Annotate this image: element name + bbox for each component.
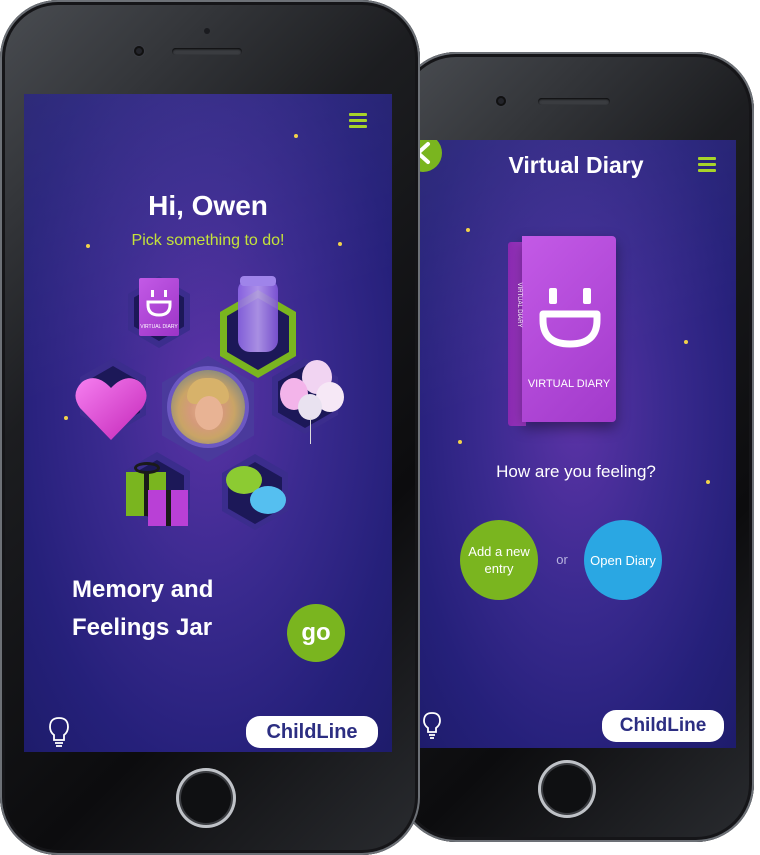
gift-icon xyxy=(122,460,194,532)
sensor xyxy=(204,28,210,34)
smiley-icon xyxy=(539,288,601,348)
chat-bubbles-icon xyxy=(224,462,294,526)
add-entry-button[interactable]: Add a new entry xyxy=(460,520,538,600)
feature-title-line2: Feelings Jar xyxy=(72,614,213,641)
diary-tile-label: VIRTUAL DIARY xyxy=(140,324,178,330)
feeling-question: How are you feeling? xyxy=(496,462,656,481)
avatar[interactable] xyxy=(171,370,245,444)
balloons-icon xyxy=(280,358,350,448)
book-label: VIRTUAL DIARY xyxy=(527,378,611,390)
childline-logo: ChildLine xyxy=(602,710,724,742)
star-decoration xyxy=(466,228,470,232)
earpiece-speaker xyxy=(172,48,242,55)
earpiece-speaker xyxy=(538,98,610,105)
home-button[interactable] xyxy=(176,768,236,828)
front-camera xyxy=(496,96,506,106)
childline-logo: ChildLine xyxy=(246,716,378,748)
page-title: Virtual Diary xyxy=(508,152,644,178)
diary-icon: VIRTUAL DIARY xyxy=(139,278,179,336)
front-camera xyxy=(134,46,144,56)
jar-icon xyxy=(238,280,278,352)
book-spine-label: VIRTUAL DIARY xyxy=(516,282,522,328)
star-decoration xyxy=(684,340,688,344)
menu-icon[interactable] xyxy=(698,157,716,172)
lightbulb-icon[interactable] xyxy=(420,710,444,740)
tile-grid: VIRTUAL DIARY xyxy=(24,94,392,752)
open-diary-button[interactable]: Open Diary xyxy=(584,520,662,600)
feature-title-line1: Memory and xyxy=(72,576,214,603)
home-button[interactable] xyxy=(538,760,596,818)
star-decoration xyxy=(458,440,462,444)
home-screen: Hi, Owen Pick something to do! VIRTUAL D… xyxy=(24,94,392,752)
go-button[interactable]: go xyxy=(287,604,345,662)
diary-book[interactable]: VIRTUAL DIARY VIRTUAL DIARY xyxy=(508,236,618,426)
or-label: or xyxy=(556,552,568,567)
diary-screen: Virtual Diary VIRTUAL DIARY VIRTUAL DIAR… xyxy=(416,140,736,748)
phone-left: Hi, Owen Pick something to do! VIRTUAL D… xyxy=(0,0,420,855)
lightbulb-icon[interactable] xyxy=(46,714,72,748)
phone-right: Virtual Diary VIRTUAL DIARY VIRTUAL DIAR… xyxy=(398,52,754,842)
heart-icon xyxy=(75,378,147,440)
